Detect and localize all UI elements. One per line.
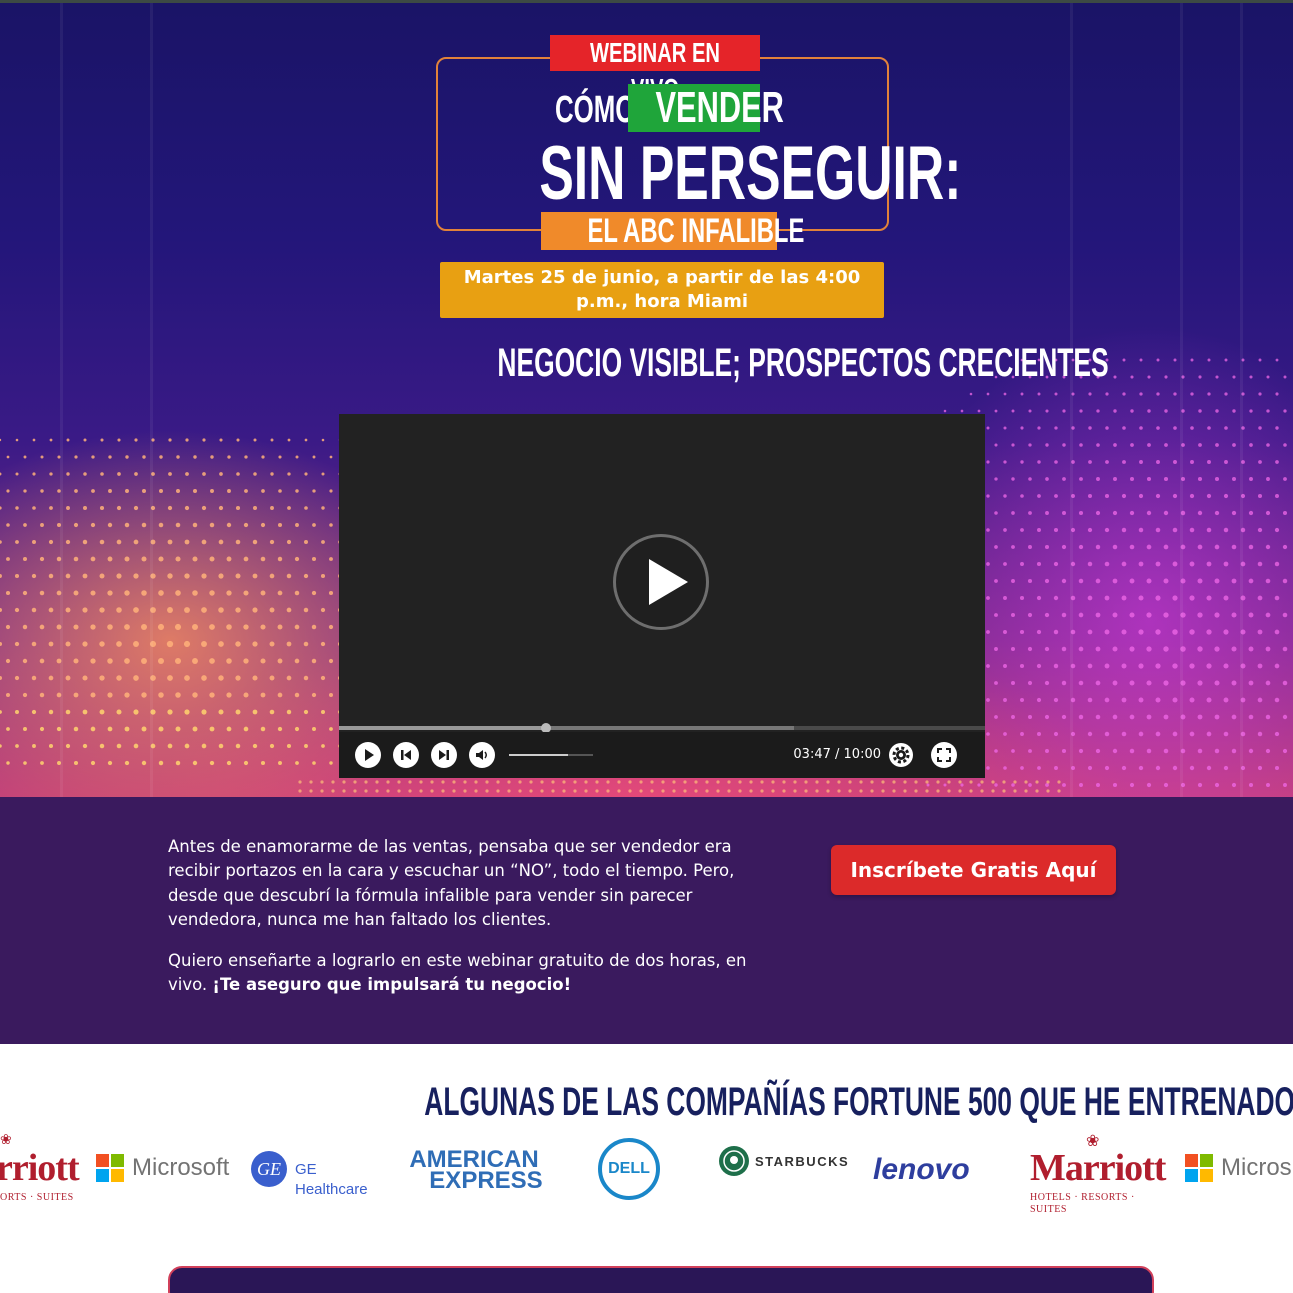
settings-button[interactable] xyxy=(888,742,914,768)
page-title-text: SIN PERSEGUIR: xyxy=(539,131,962,216)
ge-healthcare-text: GE Healthcare xyxy=(295,1161,368,1198)
volume-icon xyxy=(476,750,487,760)
video-controls: 03:47 / 10:00 xyxy=(339,732,985,778)
big-play-button[interactable] xyxy=(613,534,709,630)
marriott-partial-text: rriott xyxy=(0,1147,80,1189)
microsoft-windows-icon xyxy=(1185,1154,1213,1182)
event-date-badge: Martes 25 de junio, a partir de las 4:00… xyxy=(440,262,884,318)
skip-back-button[interactable] xyxy=(393,742,419,768)
american-express-logo: AMERICAN EXPRESS xyxy=(404,1134,544,1206)
marriott-subtext: HOTELS · RESORTS · SUITES xyxy=(1030,1192,1135,1215)
skip-forward-icon xyxy=(439,750,449,760)
starbucks-text: STARBUCKS xyxy=(755,1154,850,1169)
logos-heading-text: ALGUNAS DE LAS COMPAÑÍAS FORTUNE 500 QUE… xyxy=(424,1080,1293,1124)
title-vender-highlight: VENDER xyxy=(628,84,784,132)
video-progress-bar[interactable] xyxy=(339,723,985,733)
skip-back-icon xyxy=(401,750,411,760)
microsoft-logo: Microsoft xyxy=(96,1134,236,1206)
ge-monogram-icon: GE xyxy=(251,1151,287,1187)
marriott-logo-partial: ❀ rriott ORTS · SUITES xyxy=(0,1132,80,1206)
dell-text: DELL xyxy=(598,1138,660,1200)
marriott-mark-icon: ❀ xyxy=(1086,1131,1100,1150)
microsoft-logo-partial: Micros xyxy=(1185,1134,1293,1206)
marriott-text: Marriott xyxy=(1030,1147,1166,1189)
register-free-button[interactable]: Inscríbete Gratis Aquí xyxy=(831,845,1116,895)
marriott-logo: ❀ Marriott HOTELS · RESORTS · SUITES xyxy=(1030,1131,1170,1216)
marriott-partial-subtext: ORTS · SUITES xyxy=(0,1192,74,1203)
ge-healthcare-logo: GE GE Healthcare xyxy=(251,1134,391,1206)
intro-paragraph-2-bold: ¡Te aseguro que impulsará tu negocio! xyxy=(212,975,572,995)
total-time: 10:00 xyxy=(843,747,881,762)
intro-text: Antes de enamorarme de las ventas, pensa… xyxy=(168,835,748,1015)
lenovo-logo: lenovo xyxy=(873,1134,1013,1206)
skip-forward-button[interactable] xyxy=(431,742,457,768)
microsoft-text: Microsoft xyxy=(132,1154,230,1181)
time-separator: / xyxy=(830,747,844,762)
title-abc-text: EL ABC INFALIBLE xyxy=(587,212,805,250)
live-webinar-badge: WEBINAR EN VIVO xyxy=(550,35,760,104)
play-button[interactable] xyxy=(355,742,381,768)
hero-subheading: NEGOCIO VISIBLE; PROSPECTOS CRECIENTES xyxy=(340,338,1108,388)
video-progress-fill xyxy=(339,726,546,730)
current-time: 03:47 xyxy=(793,747,831,762)
microsoft-windows-icon xyxy=(96,1154,124,1182)
logos-heading: ALGUNAS DE LAS COMPAÑÍAS FORTUNE 500 QUE… xyxy=(200,1078,1293,1126)
play-icon xyxy=(365,749,374,761)
settings-icon xyxy=(889,743,913,767)
page-title: SIN PERSEGUIR: xyxy=(440,132,961,216)
marriott-mark-icon: ❀ xyxy=(0,1132,12,1148)
title-vender-text: VENDER xyxy=(655,83,784,132)
volume-button[interactable] xyxy=(469,742,495,768)
event-date-line1: Martes 25 de junio, a partir de las 4:00 xyxy=(463,267,861,288)
fullscreen-button[interactable] xyxy=(931,742,957,768)
intro-paragraph-1: Antes de enamorarme de las ventas, pensa… xyxy=(168,837,735,929)
bottom-card xyxy=(168,1266,1154,1293)
title-como-text: CÓMO xyxy=(555,89,636,131)
intro-paragraph-2: Quiero enseñarte a lograrlo en este webi… xyxy=(168,949,748,998)
dell-logo: DELL xyxy=(598,1134,662,1206)
volume-slider[interactable] xyxy=(509,754,593,756)
hero-subheading-text: NEGOCIO VISIBLE; PROSPECTOS CRECIENTES xyxy=(497,341,1109,385)
microsoft-partial-text: Micros xyxy=(1221,1154,1292,1181)
starbucks-siren-icon xyxy=(719,1146,749,1176)
video-time: 03:47 / 10:00 xyxy=(771,745,881,765)
fullscreen-icon xyxy=(937,748,951,762)
hero-banner: WEBINAR EN VIVO CÓMO VENDER SIN PERSEGUI… xyxy=(0,0,1293,797)
title-abc-highlight: EL ABC INFALIBLE xyxy=(541,212,804,250)
starbucks-logo: STARBUCKS xyxy=(719,1134,859,1206)
top-border xyxy=(0,0,1293,3)
volume-level xyxy=(509,754,568,756)
lenovo-text: lenovo xyxy=(873,1153,970,1186)
event-date-line2: p.m., hora Miami xyxy=(575,291,749,312)
video-player[interactable]: 03:47 / 10:00 xyxy=(339,414,985,778)
amex-line-2: EXPRESS xyxy=(429,1167,543,1194)
intro-section: Antes de enamorarme de las ventas, pensa… xyxy=(0,797,1293,1044)
play-icon xyxy=(649,559,688,605)
